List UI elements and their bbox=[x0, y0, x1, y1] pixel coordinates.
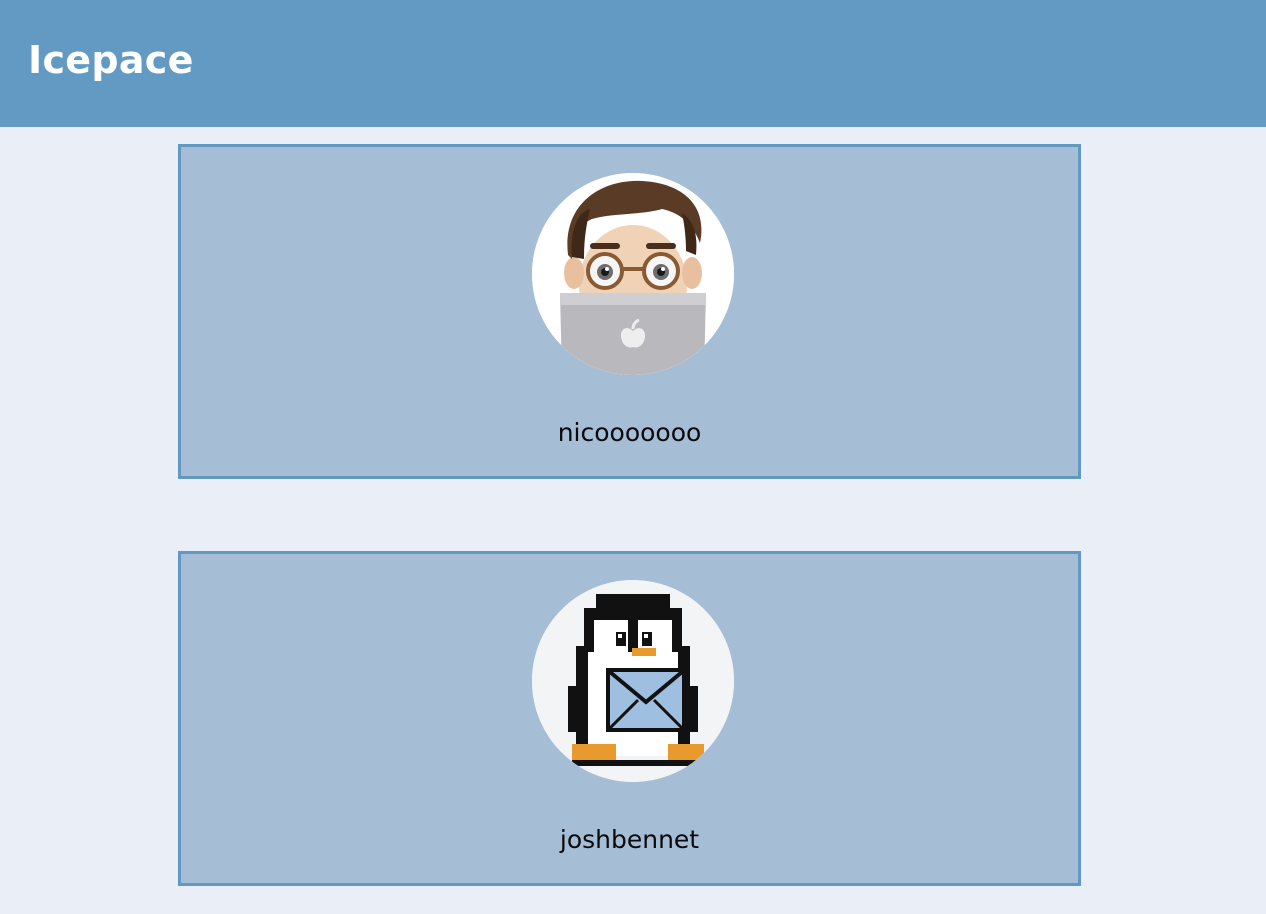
pixel-penguin-envelope-avatar-icon[interactable] bbox=[532, 580, 734, 782]
brand-title[interactable]: Icepace bbox=[28, 38, 194, 82]
username[interactable]: joshbennet bbox=[181, 825, 1078, 854]
username[interactable]: nicooooooo bbox=[181, 418, 1078, 447]
memoji-laptop-avatar-icon[interactable] bbox=[532, 173, 734, 375]
app-header: Icepace bbox=[0, 0, 1266, 127]
user-card[interactable]: joshbennet bbox=[178, 551, 1081, 886]
user-card[interactable]: nicooooooo bbox=[178, 144, 1081, 479]
